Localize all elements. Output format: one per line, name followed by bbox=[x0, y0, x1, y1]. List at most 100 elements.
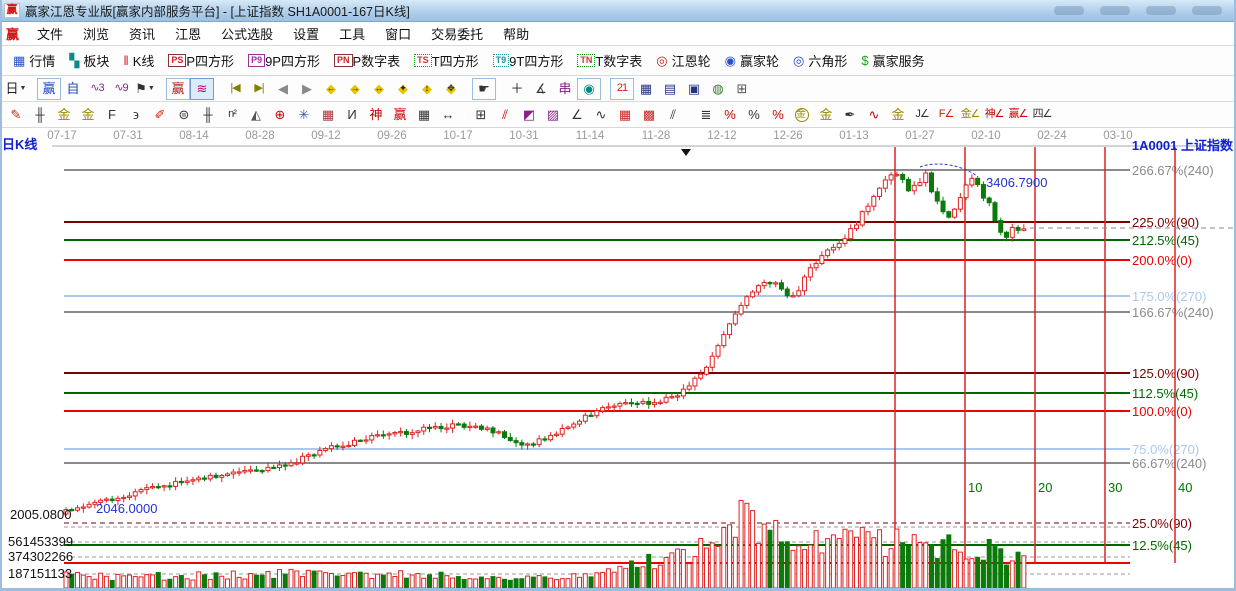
titlebar-control-4[interactable] bbox=[1192, 6, 1222, 15]
kline-button[interactable]: ‖K线 bbox=[116, 49, 161, 72]
quotes-button[interactable]: ▦行情 bbox=[6, 49, 62, 72]
hand-tool-button[interactable]: ☛ bbox=[472, 78, 496, 100]
9t-square-button[interactable]: T99T四方形 bbox=[486, 49, 571, 72]
target-tool[interactable]: ⊕ bbox=[268, 104, 292, 126]
flag-button[interactable]: ⚑▼ bbox=[133, 78, 157, 100]
red-brush-tool[interactable]: ✐ bbox=[148, 104, 172, 126]
menu-item-9[interactable]: 帮助 bbox=[493, 21, 539, 46]
win-angle-tool[interactable]: 赢∠ bbox=[1006, 104, 1030, 126]
last-bar-button[interactable]: ▶| bbox=[247, 78, 271, 100]
diamond-right-button[interactable]: ◆→ bbox=[343, 78, 367, 100]
gold-line2-tool[interactable]: 金 bbox=[886, 104, 910, 126]
t-number-table-button[interactable]: TNT数字表 bbox=[570, 49, 649, 72]
si-angle-tool[interactable]: 四∠ bbox=[1030, 104, 1054, 126]
f-angle-tool[interactable]: F∠ bbox=[934, 104, 958, 126]
column-chart-tool[interactable]: ≣ bbox=[694, 104, 718, 126]
first-bar-button[interactable]: |◀ bbox=[223, 78, 247, 100]
hexagon-button[interactable]: ◎六角形 bbox=[786, 49, 854, 72]
winner-red-button[interactable]: 赢 bbox=[166, 78, 190, 100]
self-list-button[interactable]: 自 bbox=[61, 78, 85, 100]
percent-slope-tool[interactable]: % bbox=[718, 104, 742, 126]
shen-angle-tool[interactable]: 神∠ bbox=[982, 104, 1006, 126]
gann-flower-button[interactable]: 串 bbox=[553, 78, 577, 100]
brain-button[interactable]: ◉ bbox=[577, 78, 601, 100]
ruler2-tool[interactable]: ╫ bbox=[196, 104, 220, 126]
menu-item-0[interactable]: 文件 bbox=[27, 21, 73, 46]
menu-item-8[interactable]: 交易委托 bbox=[421, 21, 493, 46]
chart-type-button[interactable]: 日▼ bbox=[4, 78, 28, 100]
gold-ruler-1-tool[interactable]: 金 bbox=[52, 104, 76, 126]
notes-button[interactable]: ▤ bbox=[658, 78, 682, 100]
fan-square-tool[interactable]: ◩ bbox=[517, 104, 541, 126]
menu-item-1[interactable]: 浏览 bbox=[73, 21, 119, 46]
next-bar-button[interactable]: ▶ bbox=[295, 78, 319, 100]
k-quote-tool[interactable]: И bbox=[340, 104, 364, 126]
calculator-button[interactable]: ▦ bbox=[634, 78, 658, 100]
winner-service-button[interactable]: $赢家服务 bbox=[854, 49, 931, 72]
t-square-button[interactable]: TST四方形 bbox=[407, 49, 485, 72]
diamond-compress-button[interactable]: ◆✦ bbox=[391, 78, 415, 100]
titlebar-control-3[interactable] bbox=[1146, 6, 1176, 15]
menu-item-2[interactable]: 资讯 bbox=[119, 21, 165, 46]
p-square-button[interactable]: PSP四方形 bbox=[161, 49, 241, 72]
wave9-button[interactable]: ∿9 bbox=[109, 78, 133, 100]
menu-item-4[interactable]: 公式选股 bbox=[211, 21, 283, 46]
wave3-button[interactable]: ∿3 bbox=[85, 78, 109, 100]
ruler-tool[interactable]: ╫ bbox=[28, 104, 52, 126]
grid-arrow-tool[interactable]: ▩ bbox=[637, 104, 661, 126]
menu-item-5[interactable]: 设置 bbox=[283, 21, 329, 46]
gold-angle-tool[interactable]: 金∠ bbox=[958, 104, 982, 126]
diamond-expand-button[interactable]: ◆↔ bbox=[367, 78, 391, 100]
angle-lines-tool[interactable]: ∠ bbox=[565, 104, 589, 126]
star-burst-tool[interactable]: ✳ bbox=[292, 104, 316, 126]
box-corner-tool[interactable]: ⊞ bbox=[469, 104, 493, 126]
width-arrow-tool[interactable]: ↔ bbox=[436, 104, 460, 126]
titlebar-control-2[interactable] bbox=[1100, 6, 1130, 15]
fan-lines-tool[interactable]: ⫽ bbox=[493, 104, 517, 126]
gold-ruler-2-tool[interactable]: 金 bbox=[76, 104, 100, 126]
grid-star-tool[interactable]: ▦ bbox=[316, 104, 340, 126]
slash-lines-tool[interactable]: ⫽ bbox=[661, 104, 685, 126]
save-button[interactable]: ▣ bbox=[682, 78, 706, 100]
spiral-tool[interactable]: ϶ bbox=[124, 104, 148, 126]
percent-line-tool[interactable]: % bbox=[766, 104, 790, 126]
win-ruler-tool[interactable]: 赢 bbox=[388, 104, 412, 126]
diamond-left-button[interactable]: ◆← bbox=[319, 78, 343, 100]
diamond-vertical-button[interactable]: ◆↕ bbox=[415, 78, 439, 100]
angle-measure-button[interactable]: ∡ bbox=[529, 78, 553, 100]
ink-brush-tool[interactable]: ✒ bbox=[838, 104, 862, 126]
menu-item-7[interactable]: 窗口 bbox=[375, 21, 421, 46]
gold-line-tool[interactable]: 金 bbox=[814, 104, 838, 126]
winner-wheel-button[interactable]: ◉赢家轮 bbox=[718, 49, 786, 72]
red-wave-tool[interactable]: ∿ bbox=[862, 104, 886, 126]
gann-wheel-button[interactable]: ◎江恩轮 bbox=[649, 49, 717, 72]
menu-item-6[interactable]: 工具 bbox=[329, 21, 375, 46]
gauge-circle-tool[interactable]: ⊜ bbox=[172, 104, 196, 126]
prev-bar-button[interactable]: ◀ bbox=[271, 78, 295, 100]
percent-tool[interactable]: % bbox=[742, 104, 766, 126]
diamond-allway-button[interactable]: ◆✥ bbox=[439, 78, 463, 100]
gold-circle-tool[interactable]: 金 bbox=[790, 104, 814, 126]
n-squared-tool[interactable]: n² bbox=[220, 104, 244, 126]
calendar-button[interactable]: 21 bbox=[610, 78, 634, 100]
red-grid-tool[interactable]: ▦ bbox=[613, 104, 637, 126]
sectors-button[interactable]: ▚板块 bbox=[62, 49, 116, 72]
9p-square-button[interactable]: P99P四方形 bbox=[241, 49, 327, 72]
volume-chart-button[interactable]: ≋ bbox=[190, 78, 214, 100]
titlebar-control-1[interactable] bbox=[1054, 6, 1084, 15]
remote-pc-button[interactable]: ⊞ bbox=[730, 78, 754, 100]
kline-chart-canvas[interactable]: 07-1707-3108-1408-2809-1209-2610-1710-31… bbox=[0, 128, 1236, 591]
p-number-table-button[interactable]: PNP数字表 bbox=[327, 49, 407, 72]
ruler-123-tool[interactable]: ▦ bbox=[412, 104, 436, 126]
shen-ruler-tool[interactable]: 神 bbox=[364, 104, 388, 126]
j-angle-tool[interactable]: J∠ bbox=[910, 104, 934, 126]
f-ruler-tool[interactable]: F bbox=[100, 104, 124, 126]
brush-tool[interactable]: ✎ bbox=[4, 104, 28, 126]
web-share-button[interactable]: ◍ bbox=[706, 78, 730, 100]
fan-box-tool[interactable]: ▨ bbox=[541, 104, 565, 126]
wave-check-tool[interactable]: ∿ bbox=[589, 104, 613, 126]
winner-screen-button[interactable]: 赢 bbox=[37, 78, 61, 100]
mirror-a-tool[interactable]: ◭ bbox=[244, 104, 268, 126]
crosshair-button[interactable]: ＋ bbox=[505, 78, 529, 100]
menu-item-3[interactable]: 江恩 bbox=[165, 21, 211, 46]
